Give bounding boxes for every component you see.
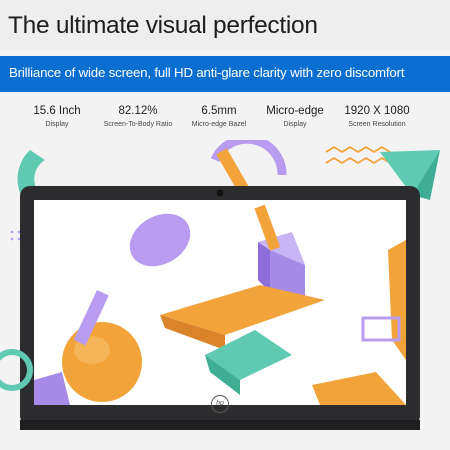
orange-sphere-shape [62,322,142,402]
hp-logo: hp [211,395,229,413]
spec-label: Micro-edge Bazel [191,121,247,128]
webcam-icon [216,189,224,197]
spec-label: Screen Resolution [348,121,406,128]
spec-value: 82.12% [118,105,158,117]
spec-value: 6.5mm [201,105,237,117]
spec-micro-edge: Micro-edge Display [266,105,324,128]
feature-banner: Brilliance of wide screen, full HD anti-… [0,56,450,92]
spec-screen-ratio: 82.12% Screen-To-Body Ratio [104,105,172,128]
orange-zigzag-decoration-2 [325,156,391,165]
headline-bar: The ultimate visual perfection [0,0,450,50]
laptop-base [20,420,420,430]
spec-resolution: 1920 X 1080 Screen Resolution [344,105,409,128]
spec-row: 15.6 Inch Display 82.12% Screen-To-Body … [0,105,450,135]
spec-value: 15.6 Inch [33,105,81,117]
spec-label: Screen-To-Body Ratio [103,121,173,128]
spec-bezel: 6.5mm Micro-edge Bazel [192,105,246,128]
headline: The ultimate visual perfection [8,12,318,39]
banner-text: Brilliance of wide screen, full HD anti-… [9,65,405,80]
spec-value: Micro-edge [266,105,324,117]
spec-display-size: 15.6 Inch Display [33,105,80,128]
spec-label: Display [45,121,69,128]
spec-value: 1920 X 1080 [344,105,410,117]
spec-label: Display [283,121,307,128]
orange-zigzag-decoration [325,145,391,154]
